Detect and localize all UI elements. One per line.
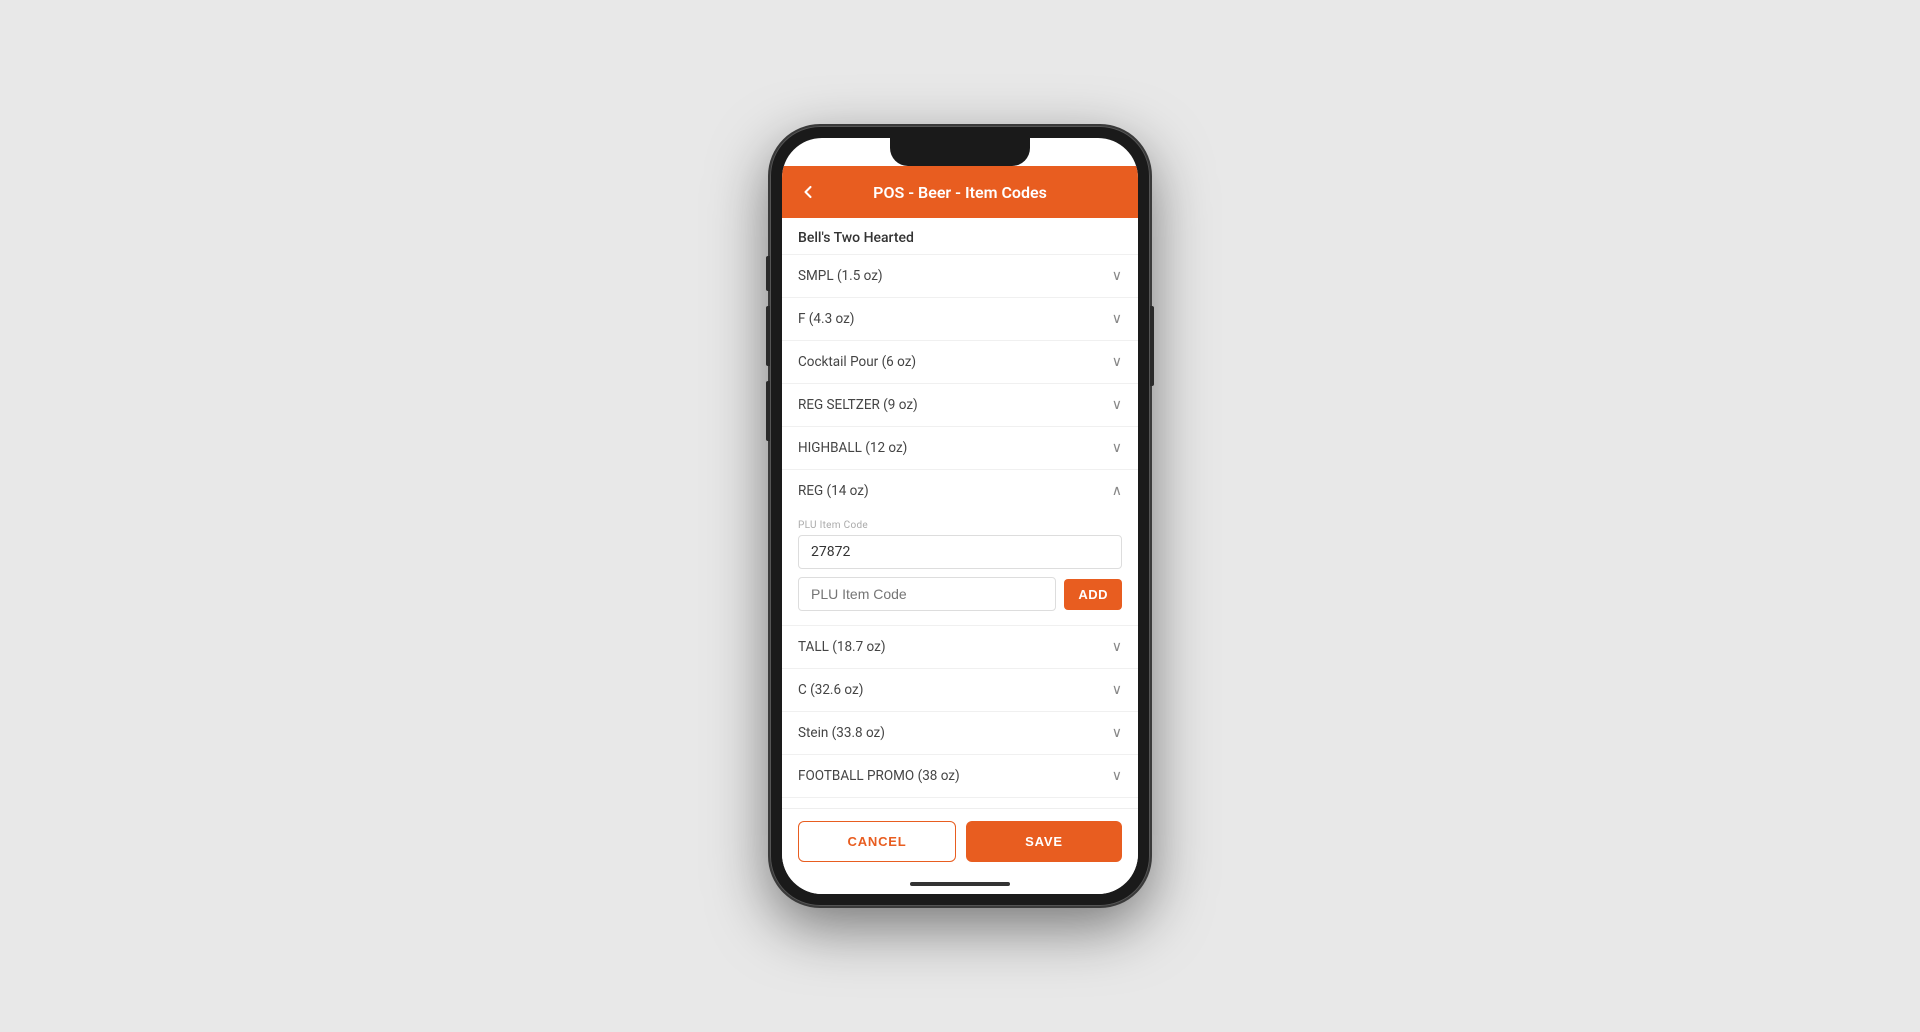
accordion-header-smpl[interactable]: SMPL (1.5 oz) bbox=[782, 255, 1138, 297]
chevron-down-icon bbox=[1112, 725, 1122, 741]
chevron-down-icon bbox=[1112, 682, 1122, 698]
accordion-item-football: FOOTBALL PROMO (38 oz) bbox=[782, 755, 1138, 798]
chevron-down-icon bbox=[1112, 768, 1122, 784]
accordion-item-smpl: SMPL (1.5 oz) bbox=[782, 255, 1138, 298]
accordion-header-reg_seltzer[interactable]: REG SELTZER (9 oz) bbox=[782, 384, 1138, 426]
back-button[interactable] bbox=[798, 182, 818, 202]
chevron-down-icon bbox=[1112, 311, 1122, 327]
accordion-list: SMPL (1.5 oz) F (4.3 oz) Cocktail Pour (6 … bbox=[782, 255, 1138, 808]
accordion-label-stein: Stein (33.8 oz) bbox=[798, 725, 885, 741]
accordion-header-highball[interactable]: HIGHBALL (12 oz) bbox=[782, 427, 1138, 469]
accordion-header-reg[interactable]: REG (14 oz) bbox=[782, 470, 1138, 512]
footer-bar: CANCEL SAVE bbox=[782, 808, 1138, 874]
home-bar bbox=[910, 882, 1010, 886]
accordion-label-highball: HIGHBALL (12 oz) bbox=[798, 440, 907, 456]
accordion-label-tall: TALL (18.7 oz) bbox=[798, 639, 886, 655]
accordion-label-football: FOOTBALL PROMO (38 oz) bbox=[798, 768, 960, 784]
phone-volume-down-button bbox=[766, 381, 770, 441]
accordion-label-reg_seltzer: REG SELTZER (9 oz) bbox=[798, 397, 918, 413]
accordion-header-p[interactable]: P (50.4 oz) bbox=[782, 798, 1138, 808]
phone-volume-up-button bbox=[766, 306, 770, 366]
plu-item-code-label: PLU Item Code bbox=[798, 520, 1122, 531]
accordion-header-cocktail[interactable]: Cocktail Pour (6 oz) bbox=[782, 341, 1138, 383]
accordion-label-reg: REG (14 oz) bbox=[798, 483, 869, 499]
save-button[interactable]: SAVE bbox=[966, 821, 1122, 862]
chevron-down-icon bbox=[1112, 397, 1122, 413]
accordion-header-stein[interactable]: Stein (33.8 oz) bbox=[782, 712, 1138, 754]
chevron-down-icon bbox=[1112, 440, 1122, 456]
chevron-down-icon bbox=[1112, 639, 1122, 655]
home-indicator bbox=[782, 874, 1138, 894]
accordion-header-football[interactable]: FOOTBALL PROMO (38 oz) bbox=[782, 755, 1138, 797]
accordion-label-f: F (4.3 oz) bbox=[798, 311, 855, 327]
accordion-header-tall[interactable]: TALL (18.7 oz) bbox=[782, 626, 1138, 668]
accordion-header-c[interactable]: C (32.6 oz) bbox=[782, 669, 1138, 711]
accordion-header-f[interactable]: F (4.3 oz) bbox=[782, 298, 1138, 340]
page-title: POS - Beer - Item Codes bbox=[830, 183, 1090, 202]
existing-plu-code: 27872 bbox=[798, 535, 1122, 569]
accordion-label-c: C (32.6 oz) bbox=[798, 682, 863, 698]
chevron-down-icon bbox=[1112, 354, 1122, 370]
chevron-down-icon bbox=[1112, 268, 1122, 284]
accordion-item-highball: HIGHBALL (12 oz) bbox=[782, 427, 1138, 470]
add-button[interactable]: ADD bbox=[1064, 579, 1122, 610]
phone-screen: POS - Beer - Item Codes Bell's Two Heart… bbox=[782, 138, 1138, 894]
phone-power-button bbox=[1150, 306, 1154, 386]
accordion-item-reg_seltzer: REG SELTZER (9 oz) bbox=[782, 384, 1138, 427]
phone-frame: POS - Beer - Item Codes Bell's Two Heart… bbox=[770, 126, 1150, 906]
app-header: POS - Beer - Item Codes bbox=[782, 166, 1138, 218]
app-screen: POS - Beer - Item Codes Bell's Two Heart… bbox=[782, 166, 1138, 894]
accordion-item-p: P (50.4 oz) bbox=[782, 798, 1138, 808]
cancel-button[interactable]: CANCEL bbox=[798, 821, 956, 862]
product-name: Bell's Two Hearted bbox=[782, 218, 1138, 255]
content-area: Bell's Two Hearted SMPL (1.5 oz) F (4.3 o… bbox=[782, 218, 1138, 808]
phone-silent-button bbox=[766, 256, 770, 291]
accordion-item-stein: Stein (33.8 oz) bbox=[782, 712, 1138, 755]
chevron-up-icon bbox=[1112, 483, 1122, 499]
plu-add-row: ADD bbox=[798, 577, 1122, 611]
accordion-label-smpl: SMPL (1.5 oz) bbox=[798, 268, 883, 284]
accordion-item-c: C (32.6 oz) bbox=[782, 669, 1138, 712]
accordion-label-cocktail: Cocktail Pour (6 oz) bbox=[798, 354, 916, 370]
accordion-item-cocktail: Cocktail Pour (6 oz) bbox=[782, 341, 1138, 384]
phone-notch bbox=[890, 138, 1030, 166]
accordion-body-reg: PLU Item Code 27872 ADD bbox=[782, 512, 1138, 625]
accordion-item-tall: TALL (18.7 oz) bbox=[782, 626, 1138, 669]
plu-input[interactable] bbox=[798, 577, 1056, 611]
accordion-item-f: F (4.3 oz) bbox=[782, 298, 1138, 341]
accordion-item-reg: REG (14 oz) PLU Item Code 27872 ADD bbox=[782, 470, 1138, 626]
